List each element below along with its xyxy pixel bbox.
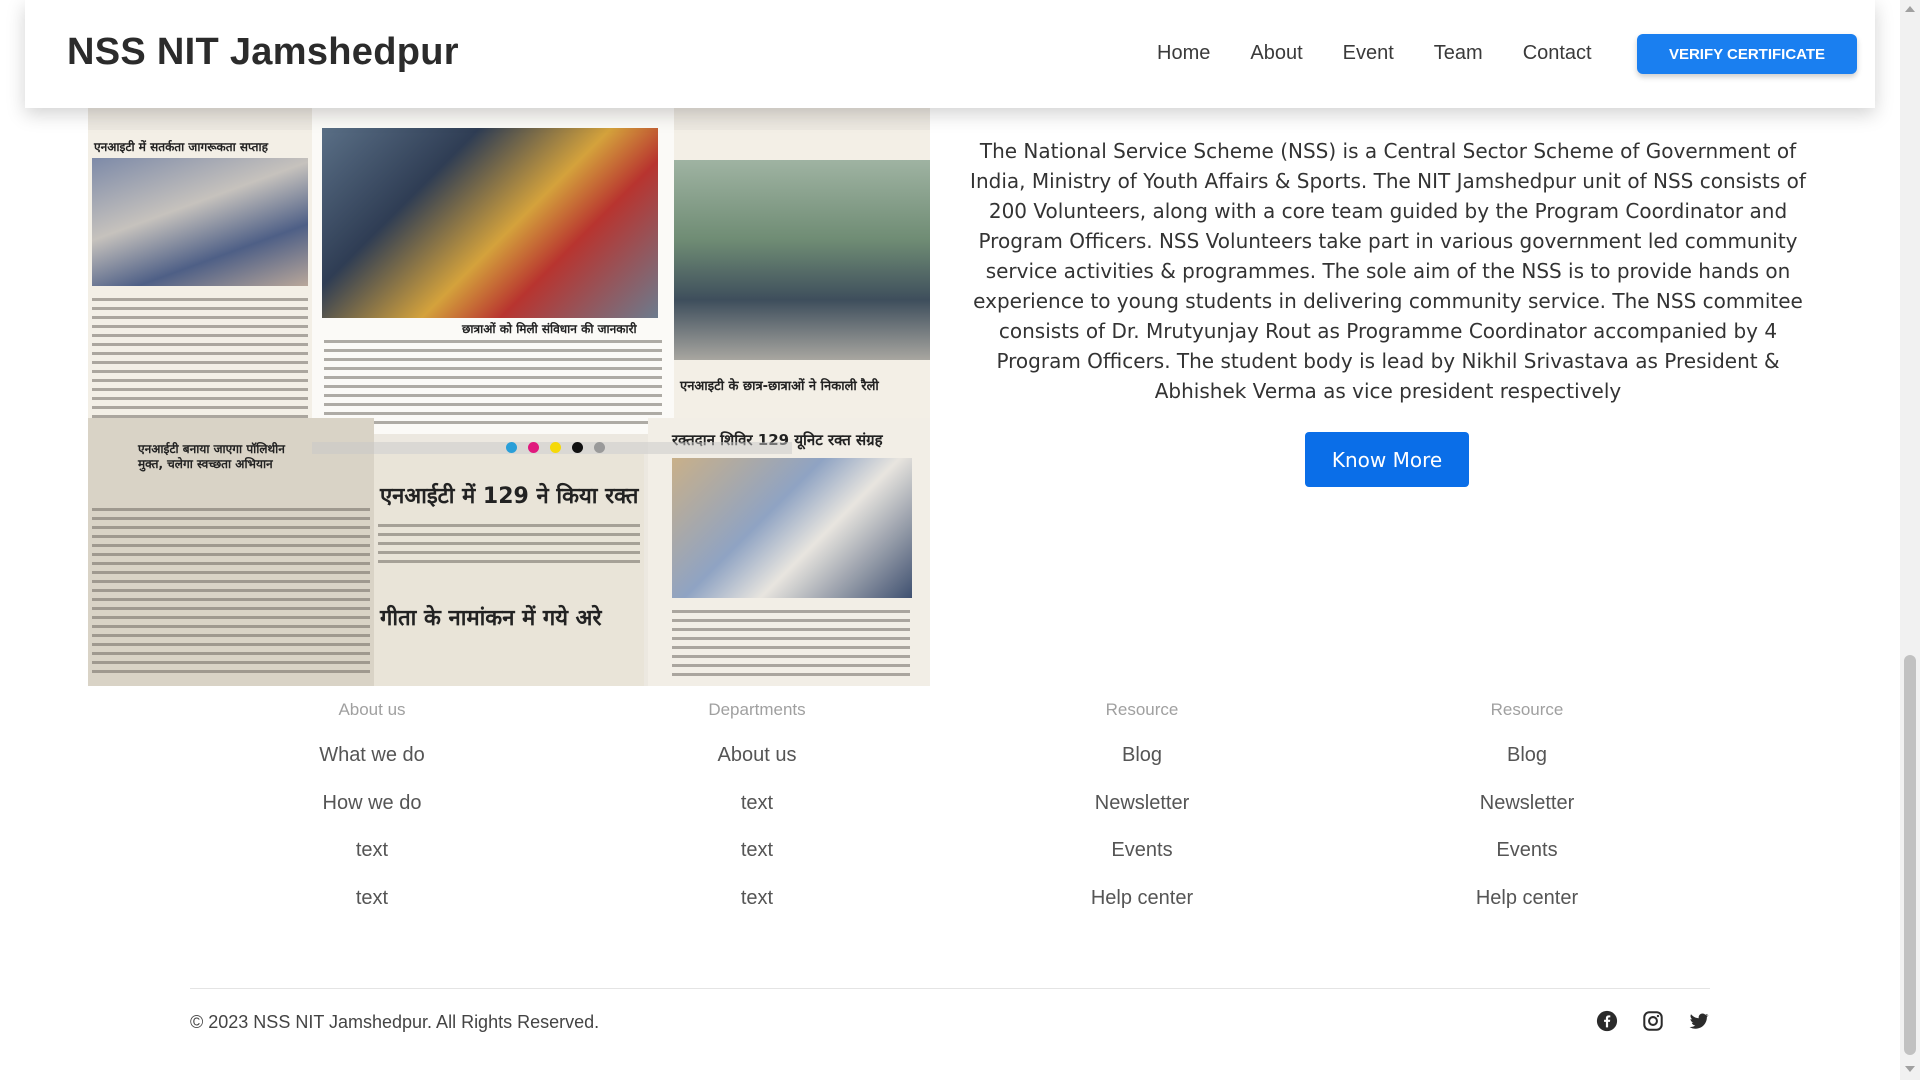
footer-link[interactable]: Events (992, 837, 1292, 885)
footer-column-departments: Departments About us text text text (607, 700, 907, 932)
nav-about[interactable]: About (1250, 42, 1302, 65)
carousel-dots (506, 442, 605, 453)
clipping-photo (672, 458, 912, 598)
clipping-polythene: एनआईटी बनाया जाएगा पॉलिथीन मुक्त, चलेगा … (88, 418, 374, 686)
footer-link[interactable]: Newsletter (1377, 790, 1677, 838)
clipping-headline: एनआईटी बनाया जाएगा पॉलिथीन मुक्त, चलेगा … (138, 442, 285, 471)
footer-link[interactable]: text (222, 885, 522, 933)
nav-event[interactable]: Event (1343, 42, 1394, 65)
nav-contact[interactable]: Contact (1523, 42, 1592, 65)
facebook-icon[interactable] (1596, 1010, 1618, 1032)
footer-link[interactable]: Events (1377, 837, 1677, 885)
clipping-body-text (92, 508, 370, 679)
footer-link[interactable]: Blog (1377, 742, 1677, 790)
clipping-headline: एनआइटी के छात्र-छात्राओं ने निकाली रैली (680, 379, 879, 394)
footer-link[interactable]: What we do (222, 742, 522, 790)
know-more-button[interactable]: Know More (1305, 432, 1469, 487)
nav-links: Home About Event Team Contact (1157, 42, 1632, 65)
clipping-vigilance: एनआइटी में सतर्कता जागरूकता सप्ताह (88, 130, 312, 430)
footer-link[interactable]: Newsletter (992, 790, 1292, 838)
carousel-dot[interactable] (528, 442, 539, 453)
footer-link[interactable]: How we do (222, 790, 522, 838)
clipping-body-text (324, 340, 662, 430)
clipping-photo (322, 128, 658, 318)
about-description: The National Service Scheme (NSS) is a C… (970, 139, 1806, 403)
footer-column-resource: Resource Blog Newsletter Events Help cen… (992, 700, 1292, 932)
clipping-body-text (92, 298, 308, 424)
social-links (1596, 1010, 1710, 1032)
footer-link[interactable]: Blog (992, 742, 1292, 790)
site-brand[interactable]: NSS NIT Jamshedpur (67, 31, 459, 74)
clipping-headline: छात्राओं को मिली संविधान की जानकारी (462, 322, 637, 336)
footer-column-heading: About us (338, 700, 406, 719)
footer-divider (190, 988, 1710, 989)
carousel-dot[interactable] (506, 442, 517, 453)
clipping-rally: एनआइटी के छात्र-छात्राओं ने निकाली रैली (674, 130, 930, 430)
clipping-headline: एनआइटी में सतर्कता जागरूकता सप्ताह (94, 140, 268, 154)
clipping-blood-camp: रक्तदान शिविर 129 यूनिट रक्त संग्रह (648, 418, 930, 686)
navbar: NSS NIT Jamshedpur Home About Event Team… (25, 0, 1875, 108)
scrollbar[interactable] (1900, 0, 1920, 1080)
clipping-subheadline: गीता के नामांकन में गये अरे (380, 606, 602, 631)
footer-column-about: About us What we do How we do text text (222, 700, 522, 932)
footer-link[interactable]: text (607, 885, 907, 933)
carousel-dot[interactable] (572, 442, 583, 453)
verify-certificate-button[interactable]: VERIFY CERTIFICATE (1637, 34, 1857, 74)
scrollbar-thumb[interactable] (1904, 655, 1916, 1055)
footer-column-heading: Resource (1490, 700, 1564, 719)
scroll-down-arrow[interactable] (1905, 1066, 1915, 1072)
clipping-constitution: छात्राओं को मिली संविधान की जानकारी (312, 108, 674, 434)
clipping-headline: एनआईटी में 129 ने किया रक्त (380, 484, 639, 509)
carousel-dot[interactable] (594, 442, 605, 453)
footer-link[interactable]: About us (607, 742, 907, 790)
footer-link[interactable]: text (222, 837, 522, 885)
nav-team[interactable]: Team (1434, 42, 1483, 65)
clipping-photo (92, 158, 308, 286)
footer-link[interactable]: Help center (1377, 885, 1677, 933)
nav-home[interactable]: Home (1157, 42, 1210, 65)
newspaper-collage: एनआइटी में सतर्कता जागरूकता सप्ताह छात्र… (88, 108, 930, 686)
footer-link[interactable]: Help center (992, 885, 1292, 933)
clipping-blood-donation: एनआईटी में 129 ने किया रक्त गीता के नामा… (374, 454, 644, 686)
footer-link[interactable]: text (607, 837, 907, 885)
clipping-body-text (672, 610, 910, 682)
clipping-photo (674, 160, 930, 360)
footer-link[interactable]: text (607, 790, 907, 838)
copyright-text: © 2023 NSS NIT Jamshedpur. All Rights Re… (190, 1012, 600, 1032)
carousel-dot[interactable] (550, 442, 561, 453)
clipping-body-text (378, 524, 640, 569)
footer-column-resource-2: Resource Blog Newsletter Events Help cen… (1377, 700, 1677, 932)
footer-column-heading: Resource (1105, 700, 1179, 719)
footer-column-heading: Departments (708, 700, 806, 719)
scroll-up-arrow[interactable] (1905, 6, 1915, 12)
instagram-icon[interactable] (1642, 1010, 1664, 1032)
twitter-icon[interactable] (1688, 1010, 1710, 1032)
